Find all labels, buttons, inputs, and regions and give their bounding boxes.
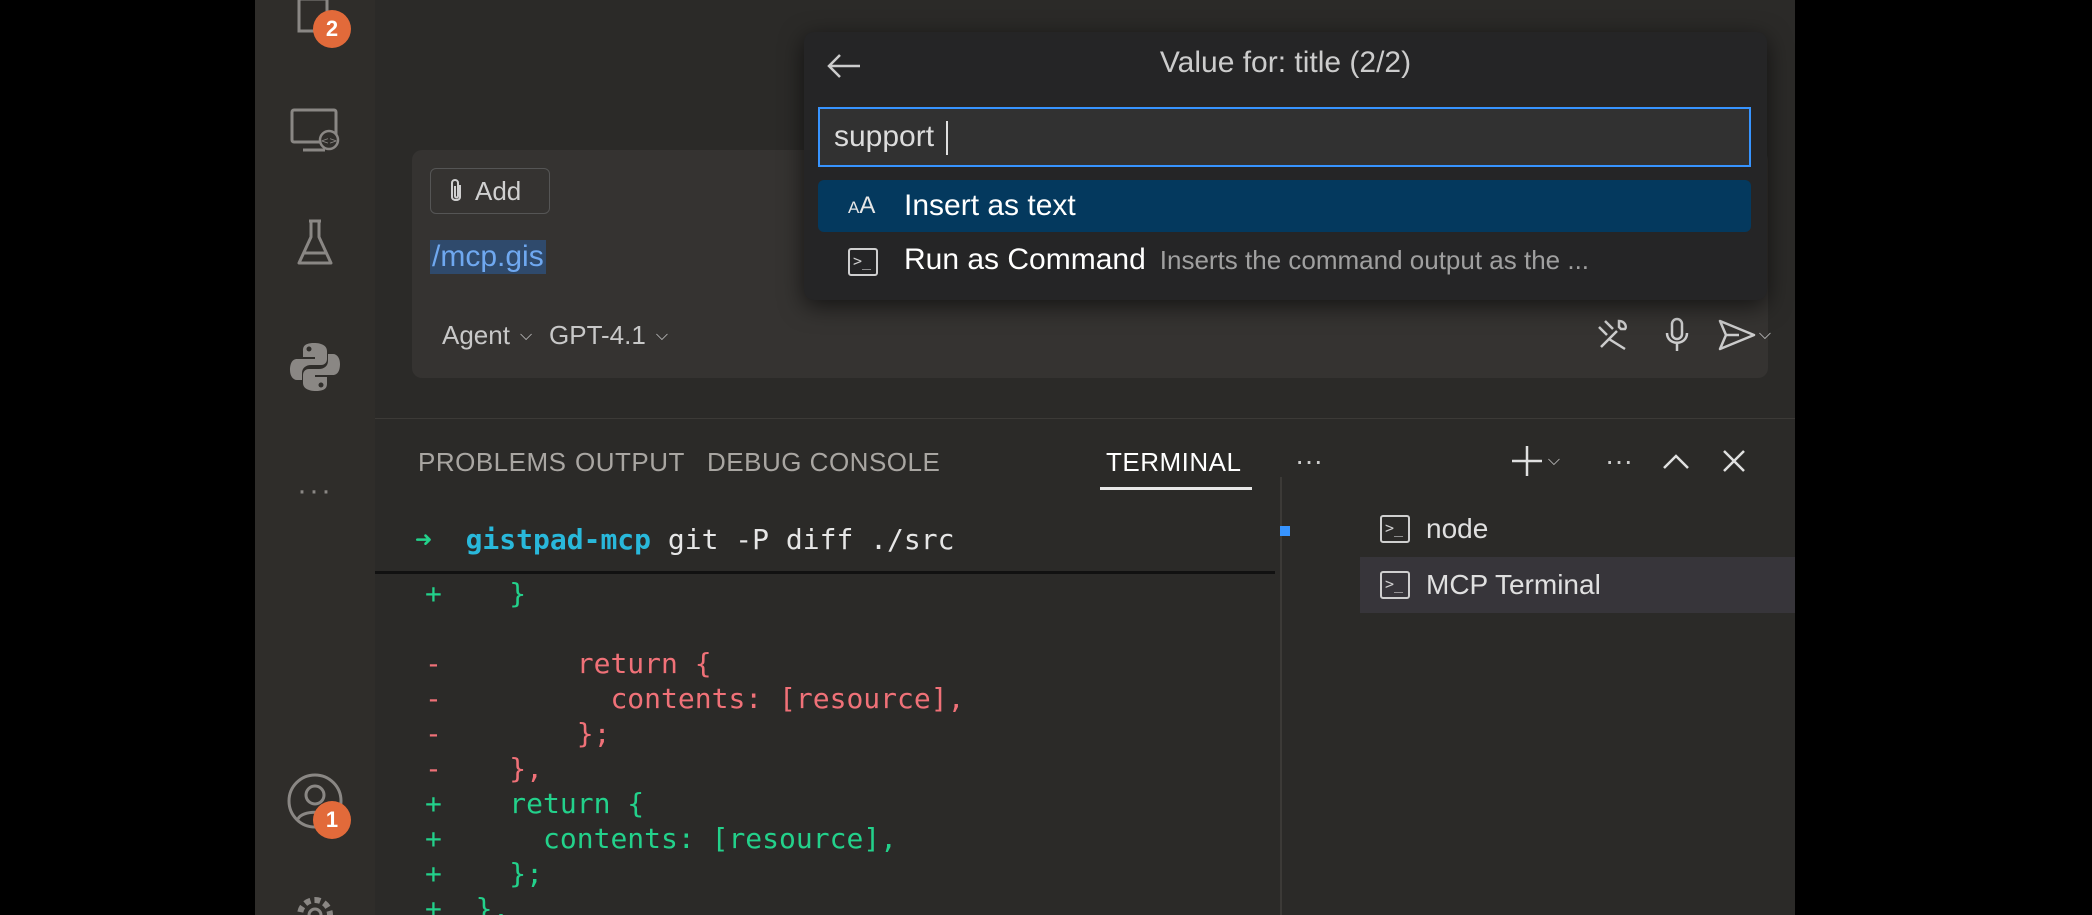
terminal-scrollbar[interactable] [1280,477,1282,915]
terminal-list-item-node[interactable]: >_ node [1360,501,1795,557]
diff-code: }, [475,892,510,915]
mode-select-label: Agent [442,320,510,350]
tabs-overflow-icon[interactable]: ··· [1287,439,1331,483]
vscode-window: 2 <> ··· 1 Add /mcp.gis Agent ⌵ GPT-4.1 … [255,0,1795,915]
diff-sign: - [425,752,442,785]
explorer-badge: 2 [313,10,351,48]
remote-explorer-icon[interactable]: <> [280,95,350,165]
tab-terminal[interactable]: TERMINAL [1106,447,1241,478]
diff-code: return { [475,647,712,680]
maximize-panel-chevron-up-icon[interactable] [1654,439,1698,483]
chevron-down-icon: ⌵ [519,326,533,344]
terminal-diff-line: - }; [425,717,610,750]
terminal-diff-line: + contents: [resource], [425,822,897,855]
terminal-diff-line: + }, [425,892,509,915]
quick-pick-item-label: Insert as text [904,189,1076,222]
microphone-icon[interactable] [1652,310,1702,360]
diff-code: contents: [resource], [475,682,965,715]
model-select[interactable]: GPT-4.1 ⌵ [549,320,668,351]
quick-pick-item-description: Inserts the command output as the ... [1159,244,1590,275]
tab-output[interactable]: OUTPUT [575,447,685,478]
prompt-separator [375,571,1275,574]
svg-text:<>: <> [321,136,338,147]
quick-pick-widget: Value for: title (2/2) support AA Insert… [804,32,1767,300]
scroll-marker [1280,526,1290,536]
diff-sign: - [425,717,442,750]
diff-sign: + [425,822,442,855]
terminal-diff-line: + } [425,577,526,610]
quick-pick-input-value: support [834,120,943,153]
terminal-diff-line: - contents: [resource], [425,682,964,715]
terminal-prompt-line: ➜ gistpad-mcp git -P diff ./src [415,523,954,556]
quick-pick-input[interactable]: support [818,107,1751,167]
bottom-panel: PROBLEMS OUTPUT DEBUG CONSOLE TERMINAL ·… [375,418,1795,915]
terminal-output[interactable]: ➜ gistpad-mcp git -P diff ./src + } - re… [375,515,1275,915]
chevron-down-icon: ⌵ [655,326,668,344]
terminal-icon: >_ [1380,515,1410,543]
diff-sign: + [425,857,442,890]
diff-sign: - [425,647,442,680]
send-options-chevron-icon[interactable]: ⌵ [1752,310,1778,360]
mode-select[interactable]: Agent ⌵ [442,320,532,351]
terminal-list: >_ node >_ MCP Terminal [1360,501,1795,613]
paperclip-icon [451,179,461,201]
manage-gear-icon[interactable] [280,880,350,915]
close-panel-icon[interactable] [1712,439,1756,483]
python-icon[interactable] [280,332,350,402]
diff-code: return { [475,787,645,820]
testing-flask-icon[interactable] [280,208,350,278]
diff-sign: + [425,577,442,610]
terminal-name: MCP Terminal [1426,569,1601,600]
diff-code: } [475,577,527,610]
terminal-list-item-mcp-terminal[interactable]: >_ MCP Terminal [1360,557,1795,613]
diff-sign: + [425,787,442,820]
quick-pick-item-label: Run as Command [904,243,1146,276]
account-badge: 1 [313,801,351,839]
terminal-diff-line [425,612,459,645]
diff-code: }; [475,717,611,750]
add-context-label: Add [475,175,522,206]
quick-pick-item-insert-as-text[interactable]: AA Insert as text [818,180,1751,232]
terminal-diff-line: - }, [425,752,543,785]
diff-code: }; [475,857,544,890]
diff-sign: + [425,892,442,915]
diff-code: }, [475,752,544,785]
terminal-name: node [1426,513,1489,544]
prompt-arrow: ➜ [415,523,432,556]
text-caret [946,121,949,156]
terminal-diff-line: + }; [425,857,543,890]
quick-pick-item-run-as-command[interactable]: >_ Run as Command Inserts the command ou… [818,234,1751,286]
text-case-icon: AA [848,192,876,219]
chat-input-text[interactable]: /mcp.gis [430,240,546,274]
activity-bar: 2 <> ··· 1 [255,0,375,915]
diff-sign: - [425,682,442,715]
diff-code: contents: [resource], [475,822,898,855]
more-actions-icon[interactable]: ··· [1597,439,1641,483]
tab-problems[interactable]: PROBLEMS [418,447,567,478]
add-context-button[interactable]: Add [430,168,550,214]
tools-icon[interactable] [1588,310,1638,360]
quick-pick-title: Value for: title (2/2) [1159,46,1412,79]
terminal-diff-line: - return { [425,647,712,680]
tab-debug-console[interactable]: DEBUG CONSOLE [707,447,940,478]
chevron-down-icon[interactable]: ⌵ [1541,439,1567,483]
active-tab-indicator [1100,487,1252,490]
terminal-icon: >_ [848,245,904,276]
terminal-diff-line: + return { [425,787,644,820]
terminal-icon: >_ [1380,571,1410,599]
model-select-label: GPT-4.1 [549,320,646,350]
prompt-directory: gistpad-mcp [465,523,652,556]
prompt-command: git -P diff ./src [667,523,955,556]
more-views-icon[interactable]: ··· [280,456,350,526]
